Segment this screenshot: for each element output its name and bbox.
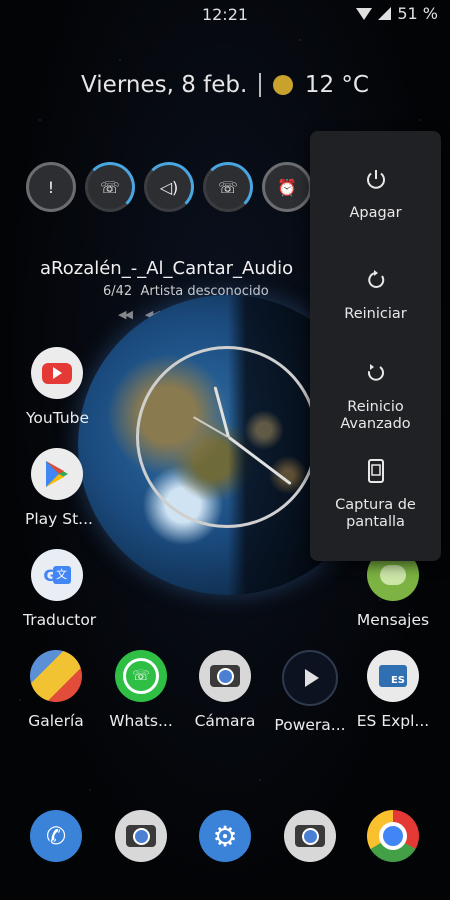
app-camera[interactable]: Cámara: [180, 650, 270, 730]
play-store-icon: [31, 448, 83, 500]
advanced-restart-button[interactable]: Reinicio Avanzado: [310, 361, 441, 433]
app-label: Powera...: [274, 716, 346, 734]
signal-icon: [378, 7, 392, 20]
advanced-restart-label: Reinicio Avanzado: [340, 399, 411, 432]
dock-camera[interactable]: [96, 810, 186, 862]
power-icon: [364, 167, 388, 191]
app-whatsapp[interactable]: ☏ Whats...: [96, 650, 186, 730]
restart-label: Reiniciar: [344, 306, 407, 322]
shortcut-circles: ! ☏ ◁) ☏ ⏰: [26, 162, 338, 212]
app-gallery[interactable]: Galería: [11, 650, 101, 730]
dock-camera-2[interactable]: [265, 810, 355, 862]
analog-clock[interactable]: [136, 346, 318, 528]
screenshot-icon: [364, 459, 388, 483]
phone-icon[interactable]: ☏: [203, 162, 253, 212]
app-label: Cámara: [194, 712, 256, 730]
date-text: Viernes, 8 feb.: [81, 72, 248, 98]
translate-icon: G文: [31, 549, 83, 601]
whatsapp-icon: ☏: [115, 650, 167, 702]
screenshot-label: Captura de pantalla: [335, 497, 416, 530]
advanced-restart-icon: [364, 361, 388, 385]
wifi-icon: [356, 7, 373, 20]
camera-icon: [199, 650, 251, 702]
app-es-explorer[interactable]: ES ES Expl...: [348, 650, 438, 730]
notification-alert-icon[interactable]: !: [26, 162, 76, 212]
sun-icon: [272, 75, 293, 95]
chrome-icon: [367, 810, 419, 862]
es-explorer-icon: ES: [367, 650, 419, 702]
status-bar: 12:21 51 %: [0, 0, 450, 28]
music-title[interactable]: aRozalén_-_Al_Cantar_Audio: [40, 258, 293, 279]
status-icons: 51 %: [356, 4, 438, 23]
battery-level: 51 %: [397, 4, 438, 23]
app-play-store[interactable]: Play St...: [22, 448, 112, 528]
dock-chrome[interactable]: [348, 810, 438, 862]
app-translate[interactable]: G文 Traductor: [22, 549, 112, 629]
dock-settings[interactable]: ⚙: [180, 810, 270, 862]
previous-icon[interactable]: ◀◀: [118, 308, 133, 321]
app-label: Whats...: [109, 712, 173, 730]
app-messages[interactable]: Mensajes: [348, 549, 438, 629]
restart-icon: [364, 268, 388, 292]
minute-hand: [227, 435, 292, 486]
camera-icon: [284, 810, 336, 862]
dock-phone[interactable]: ✆: [11, 810, 101, 862]
gallery-icon: [30, 650, 82, 702]
settings-gear-icon: ⚙: [199, 810, 251, 862]
camera-icon: [115, 810, 167, 862]
youtube-icon: [31, 347, 83, 399]
phone-icon: ✆: [30, 810, 82, 862]
music-track-number: 6/42: [103, 284, 133, 299]
app-label: ES Expl...: [356, 712, 430, 730]
app-label: Traductor: [23, 611, 97, 629]
app-label: YouTube: [26, 409, 90, 427]
temperature-text: 12 °C: [304, 72, 369, 98]
power-off-label: Apagar: [349, 205, 402, 221]
alarm-icon[interactable]: ⏰: [262, 162, 312, 212]
app-label: Mensajes: [356, 611, 430, 629]
divider: [259, 73, 261, 97]
call-missed-icon[interactable]: ☏: [85, 162, 135, 212]
restart-button[interactable]: Reiniciar: [310, 268, 441, 323]
power-menu: Apagar Reiniciar Reinicio Avanzado Captu…: [310, 131, 441, 561]
app-label: Play St...: [25, 510, 93, 528]
app-label: Galería: [28, 712, 84, 730]
volume-icon[interactable]: ◁): [144, 162, 194, 212]
date-weather-widget[interactable]: Viernes, 8 feb. 12 °C: [0, 72, 450, 98]
poweramp-icon: [282, 650, 338, 706]
app-youtube[interactable]: YouTube: [22, 347, 112, 427]
screenshot-button[interactable]: Captura de pantalla: [310, 459, 441, 531]
app-poweramp[interactable]: Powera...: [265, 650, 355, 734]
power-off-button[interactable]: Apagar: [310, 167, 441, 222]
